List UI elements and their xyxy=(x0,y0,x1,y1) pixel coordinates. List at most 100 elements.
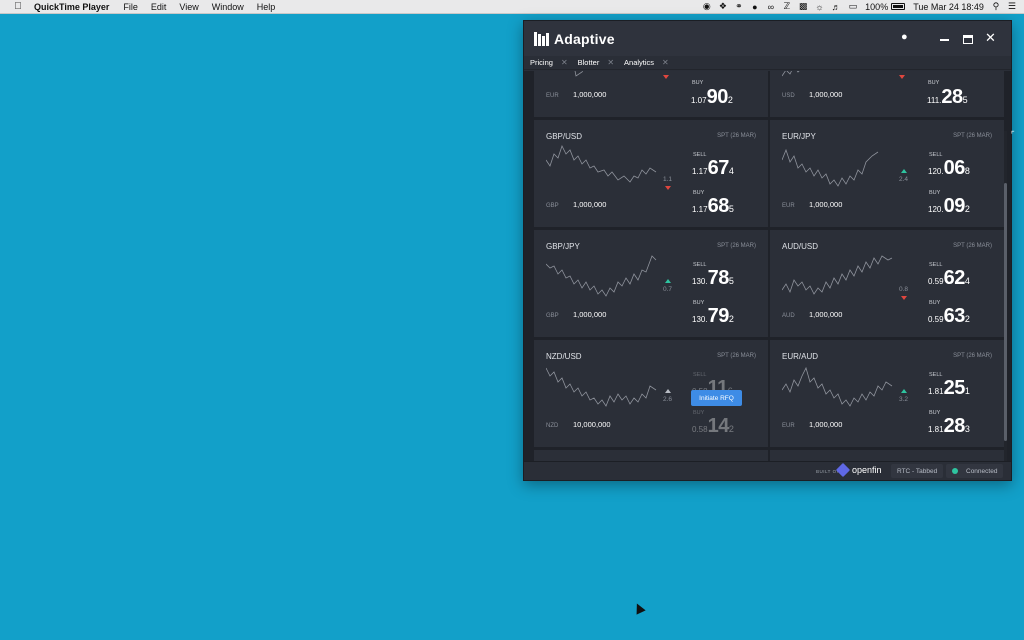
price-fractional-pip: 5 xyxy=(728,276,734,286)
notional-input[interactable]: 1,000,000 xyxy=(809,420,842,429)
clock[interactable]: Tue Mar 24 18:49 xyxy=(913,2,984,12)
menu-file[interactable]: File xyxy=(123,2,138,12)
price-fractional-pip: 8 xyxy=(964,166,970,176)
movement-up-icon xyxy=(901,169,907,173)
notification-center-icon[interactable]: ☰ xyxy=(1008,1,1016,12)
movement-down-icon xyxy=(665,186,671,190)
pricing-grid: BUY 1.07902 EUR 1,000,000 BUY 111.285 US… xyxy=(524,71,1011,463)
price-fractional-pip: 1 xyxy=(964,386,970,396)
close-tab-icon[interactable]: ✕ xyxy=(607,58,614,67)
spot-date: SPT (26 MAR) xyxy=(953,243,992,249)
price-pips: 09 xyxy=(943,195,966,217)
price-movement: 0.7 xyxy=(663,286,673,293)
notional-input[interactable]: 1,000,000 xyxy=(809,200,842,209)
status-bar: BUILT ON openfin RTC - Tabbed Connected xyxy=(524,461,1011,480)
menu-app-name[interactable]: QuickTime Player xyxy=(34,2,109,12)
battery-icon[interactable] xyxy=(891,3,906,10)
price-big-figure-prefix: 130. xyxy=(692,315,708,324)
openfin-logo-icon xyxy=(835,462,851,478)
price-fractional-pip: 4 xyxy=(728,166,734,176)
spot-date: SPT (26 MAR) xyxy=(717,353,756,359)
notional-input[interactable]: 1,000,000 xyxy=(573,200,606,209)
menubar-status-area: ◉ ❖ ⚭ ● ∞ ℤ ▩ ☼ ♬ ▭ 100% Tue Mar 24 18:4… xyxy=(695,1,1016,12)
currency: GBP xyxy=(546,203,559,209)
apple-icon[interactable]:  xyxy=(11,1,25,12)
bluetooth-icon[interactable]: ℤ xyxy=(783,1,791,12)
sparkline xyxy=(546,367,657,407)
glasses-icon[interactable]: ∞ xyxy=(767,2,775,12)
menu-edit[interactable]: Edit xyxy=(151,2,167,12)
price-movement: 1.1 xyxy=(663,176,673,183)
price-fractional-pip: 5 xyxy=(728,204,734,214)
price-big-figure-prefix: 1.81 xyxy=(928,387,944,396)
mode-label: RTC - Tabbed xyxy=(897,467,938,475)
window-titlebar[interactable]: Adaptive ● ✕ xyxy=(524,21,1011,56)
price-pips: 14 xyxy=(707,415,730,437)
lightbulb-icon[interactable]: ● xyxy=(901,31,908,43)
menu-view[interactable]: View xyxy=(179,2,198,12)
sparkline xyxy=(782,71,800,77)
close-tab-icon[interactable]: ✕ xyxy=(662,58,669,67)
notional-input[interactable]: 10,000,000 xyxy=(573,420,611,429)
close-button[interactable]: ✕ xyxy=(985,31,996,44)
movement-down-icon xyxy=(663,75,669,79)
tab-bar: Pricing ✕ Blotter ✕ Analytics ✕ xyxy=(524,56,1011,70)
maximize-button[interactable] xyxy=(963,35,973,44)
elephant-icon[interactable]: ● xyxy=(751,2,759,12)
tab-blotter[interactable]: Blotter ✕ xyxy=(578,58,614,67)
adaptive-logo-icon xyxy=(534,31,550,46)
price-pips: 28 xyxy=(941,86,963,108)
currency: USD xyxy=(782,93,795,99)
notional-input[interactable]: 1,000,000 xyxy=(573,90,606,99)
price-pips: 28 xyxy=(943,415,966,437)
sparkline xyxy=(574,71,583,77)
price-big-figure-prefix: 0.59 xyxy=(928,277,944,286)
price-tile: BUY 111.285 USD 1,000,000 xyxy=(770,71,1004,117)
search-icon[interactable]: ⚲ xyxy=(992,1,1000,12)
wifi-icon[interactable]: ☼ xyxy=(815,2,823,12)
sparkline xyxy=(782,366,893,407)
currency: GBP xyxy=(546,313,559,319)
airplay-icon[interactable]: ▭ xyxy=(849,1,858,12)
resize-cursor-icon: ⌜ xyxy=(1011,130,1015,139)
notional-input[interactable]: 1,000,000 xyxy=(573,310,606,319)
price-movement: 3.2 xyxy=(899,396,909,403)
menu-help[interactable]: Help xyxy=(257,2,276,12)
price-big-figure-prefix: 0.58 xyxy=(692,425,708,434)
price-pips: 06 xyxy=(943,157,966,179)
adaptive-logo: Adaptive xyxy=(534,31,615,47)
spot-date: SPT (26 MAR) xyxy=(953,133,992,139)
battery-percent: 100% xyxy=(865,1,889,12)
record-icon[interactable]: ◉ xyxy=(703,1,711,12)
currency: EUR xyxy=(782,423,795,429)
price-big-figure-prefix: 1.17 xyxy=(692,205,708,214)
price-pips: 68 xyxy=(707,195,730,217)
tab-analytics[interactable]: Analytics ✕ xyxy=(624,58,669,67)
connection-dot-icon xyxy=(952,468,958,474)
notional-input[interactable]: 1,000,000 xyxy=(809,90,842,99)
sparkline xyxy=(546,144,657,183)
currency: NZD xyxy=(546,423,559,429)
initiate-rfq-button[interactable]: Initiate RFQ xyxy=(691,390,742,406)
spot-date: SPT (26 MAR) xyxy=(717,133,756,139)
minimize-button[interactable] xyxy=(940,39,949,41)
price-tile-eur-aud: EUR/AUD SPT (26 MAR) 3.2 SELL 1.81251 BU… xyxy=(770,340,1004,447)
spot-date: SPT (26 MAR) xyxy=(953,353,992,359)
price-big-figure-prefix: 1.07 xyxy=(691,96,707,105)
price-pips: 63 xyxy=(943,305,966,327)
close-tab-icon[interactable]: ✕ xyxy=(561,58,568,67)
volume-icon[interactable]: ♬ xyxy=(832,2,841,12)
dropbox-icon[interactable]: ❖ xyxy=(719,1,727,12)
price-big-figure-prefix: 130. xyxy=(692,277,708,286)
notional-input[interactable]: 1,000,000 xyxy=(809,310,842,319)
tab-pricing[interactable]: Pricing ✕ xyxy=(530,58,568,67)
keyboard-icon[interactable]: ▩ xyxy=(799,1,808,12)
price-fractional-pip: 5 xyxy=(962,95,968,105)
scrollbar-thumb[interactable] xyxy=(1004,183,1007,441)
currency: AUD xyxy=(782,313,795,319)
price-pips: 78 xyxy=(707,267,730,289)
menu-window[interactable]: Window xyxy=(212,2,244,12)
price-pips: 90 xyxy=(706,86,729,108)
movement-up-icon xyxy=(665,279,671,283)
creative-cloud-icon[interactable]: ⚭ xyxy=(735,1,743,12)
